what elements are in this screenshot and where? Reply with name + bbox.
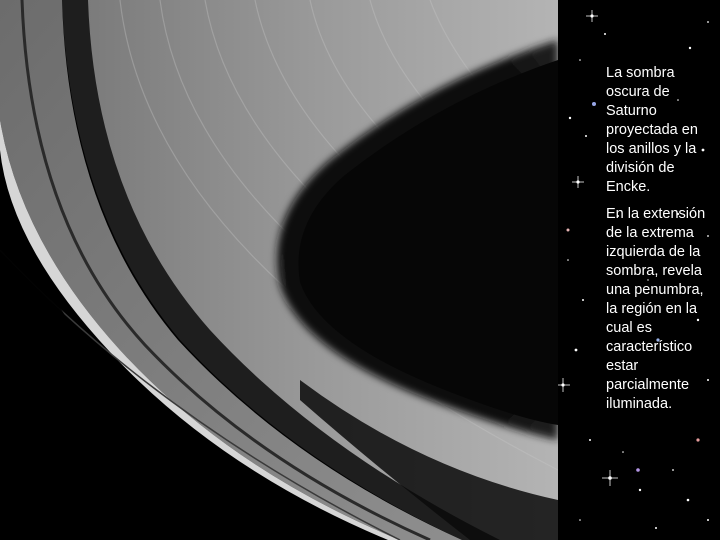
caption-penumbra-description: En la extensión de la extrema izquierda … <box>606 206 706 412</box>
caption-shadow-description: La sombra oscura de Saturno proyectada e… <box>606 65 698 195</box>
saturn-rings-photo <box>0 0 558 540</box>
